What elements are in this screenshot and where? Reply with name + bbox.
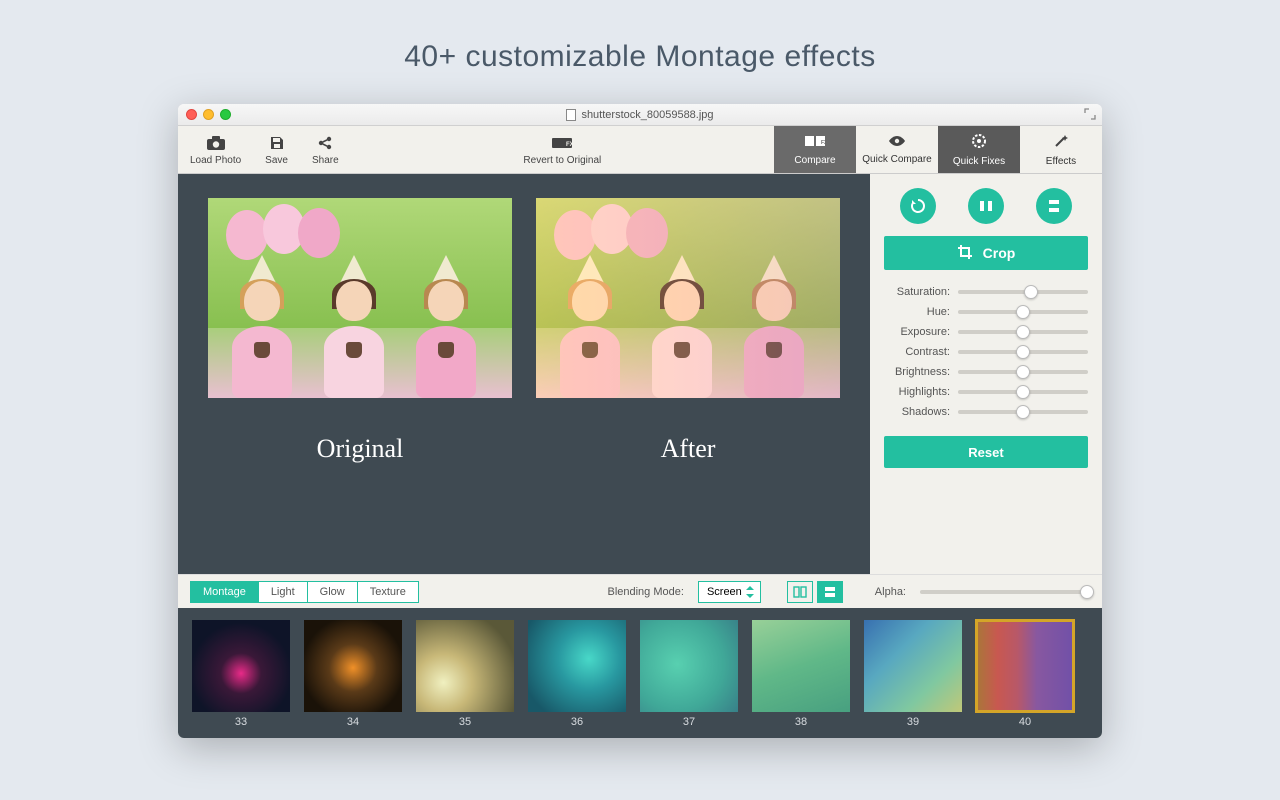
effect-thumb-34[interactable]: 34	[304, 620, 402, 730]
camera-icon	[206, 133, 226, 153]
flip-vertical-button[interactable]	[1036, 188, 1072, 224]
tab-effects[interactable]: Effects	[1020, 126, 1102, 173]
effect-thumb-33[interactable]: 33	[192, 620, 290, 730]
effect-thumb-40[interactable]: 40	[976, 620, 1074, 730]
highlights-slider[interactable]	[958, 390, 1088, 394]
slider-label: Exposure:	[884, 326, 950, 338]
slider-label: Shadows:	[884, 406, 950, 418]
tab-light[interactable]: Light	[258, 581, 307, 603]
slider-label: Hue:	[884, 306, 950, 318]
eye-icon	[887, 134, 907, 152]
reset-button[interactable]: Reset	[884, 436, 1088, 468]
adjustment-sliders: Saturation: Hue: Exposure: Contrast: Bri…	[884, 286, 1088, 418]
blending-mode-select[interactable]: Screen	[698, 581, 761, 603]
titlebar: shutterstock_80059588.jpg	[178, 104, 1102, 126]
slider-label: Highlights:	[884, 386, 950, 398]
tab-montage[interactable]: Montage	[190, 581, 258, 603]
effect-thumb-36[interactable]: 36	[528, 620, 626, 730]
save-icon	[269, 133, 285, 153]
crop-button[interactable]: Crop	[884, 236, 1088, 270]
effect-thumb-35[interactable]: 35	[416, 620, 514, 730]
brightness-slider[interactable]	[958, 370, 1088, 374]
hero-headline: 40+ customizable Montage effects	[0, 40, 1280, 74]
fullscreen-icon[interactable]	[1084, 108, 1096, 120]
effect-thumb-38[interactable]: 38	[752, 620, 850, 730]
rotate-button[interactable]	[900, 188, 936, 224]
view-stack-button[interactable]	[817, 581, 843, 603]
saturation-slider[interactable]	[958, 290, 1088, 294]
after-image	[536, 198, 840, 398]
tab-compare[interactable]: FX Compare	[774, 126, 856, 173]
tab-quick-compare[interactable]: Quick Compare	[856, 126, 938, 173]
quick-fixes-panel: Crop Saturation: Hue: Exposure: Contrast…	[870, 174, 1102, 574]
blending-mode-label: Blending Mode:	[607, 586, 683, 598]
slider-label: Contrast:	[884, 346, 950, 358]
window-title: shutterstock_80059588.jpg	[581, 109, 713, 121]
tab-texture[interactable]: Texture	[357, 581, 419, 603]
after-label: After	[536, 434, 840, 464]
shadows-slider[interactable]	[958, 410, 1088, 414]
exposure-slider[interactable]	[958, 330, 1088, 334]
original-label: Original	[208, 434, 512, 464]
slider-label: Brightness:	[884, 366, 950, 378]
slider-label: Saturation:	[884, 286, 950, 298]
compare-icon: FX	[804, 134, 826, 153]
crop-icon	[957, 244, 973, 263]
app-window: shutterstock_80059588.jpg Load Photo Sav…	[178, 104, 1102, 738]
document-icon	[566, 109, 576, 121]
gear-icon	[971, 133, 987, 154]
svg-text:FX: FX	[566, 142, 574, 148]
window-zoom-button[interactable]	[220, 109, 231, 120]
window-close-button[interactable]	[186, 109, 197, 120]
image-canvas: Original After	[178, 174, 870, 574]
share-icon	[317, 133, 333, 153]
original-image	[208, 198, 512, 398]
effect-thumbnails: 33 34 35 36 37 38 39 40	[178, 608, 1102, 738]
magic-wand-icon	[1053, 133, 1069, 154]
hue-slider[interactable]	[958, 310, 1088, 314]
revert-icon: FX	[550, 133, 574, 153]
effect-thumb-37[interactable]: 37	[640, 620, 738, 730]
alpha-slider[interactable]	[920, 590, 1090, 594]
main-toolbar: Load Photo Save Share FX Revert to Origi…	[178, 126, 1102, 174]
save-button[interactable]: Save	[253, 126, 300, 173]
view-split-button[interactable]	[787, 581, 813, 603]
tab-quick-fixes[interactable]: Quick Fixes	[938, 126, 1020, 173]
share-button[interactable]: Share	[300, 126, 351, 173]
flip-horizontal-button[interactable]	[968, 188, 1004, 224]
window-minimize-button[interactable]	[203, 109, 214, 120]
revert-button[interactable]: FX Revert to Original	[511, 133, 613, 166]
filter-bar: Montage Light Glow Texture Blending Mode…	[178, 574, 1102, 608]
tab-glow[interactable]: Glow	[307, 581, 357, 603]
contrast-slider[interactable]	[958, 350, 1088, 354]
alpha-label: Alpha:	[875, 586, 906, 598]
load-photo-button[interactable]: Load Photo	[178, 126, 253, 173]
effect-thumb-39[interactable]: 39	[864, 620, 962, 730]
effect-category-tabs: Montage Light Glow Texture	[190, 581, 419, 603]
svg-text:FX: FX	[821, 140, 826, 146]
